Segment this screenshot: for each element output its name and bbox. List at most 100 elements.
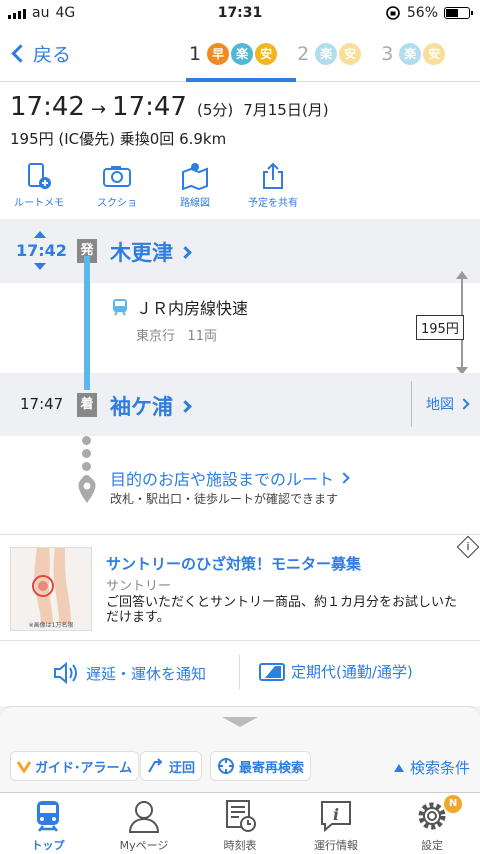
share-plan-button[interactable]: 予定を共有 xyxy=(234,162,312,209)
route-tabs: 1 早 楽 安 2 楽 安 3 楽 安 xyxy=(185,38,449,70)
chevron-left-icon xyxy=(11,44,30,63)
arrival-row: 17:47 着 袖ケ浦 地図 xyxy=(0,373,480,436)
tab-mypage-label: Myページ xyxy=(119,839,169,852)
summary-actions: ルートメモ スクショ 路線図 予定を共有 xyxy=(0,162,312,209)
battery-icon xyxy=(444,7,473,19)
new-badge: N xyxy=(444,795,462,813)
guide-alarm-label: ガイド･アラーム xyxy=(35,760,133,776)
detour-label: 迂回 xyxy=(169,760,196,776)
train-row: ＪＲ内房線快速 東京行 11両 195円 xyxy=(0,271,480,375)
search-conditions-button[interactable]: 検索条件 xyxy=(393,757,470,778)
delay-notify-label: 遅延・運休を通知 xyxy=(86,664,207,683)
route-map-button[interactable]: 路線図 xyxy=(156,162,234,209)
cheap-chip-icon: 安 xyxy=(423,43,446,65)
nearest-research-button[interactable]: 最寄再検索 xyxy=(210,751,312,781)
tab-service-info[interactable]: i 運行情報 xyxy=(288,793,384,854)
summary-duration: (5分) xyxy=(196,101,234,119)
tab-timetable[interactable]: 時刻表 xyxy=(192,793,288,854)
ad-banner[interactable]: ※画像は1万名限 サントリーのひざ対策！モニター募集 サントリー ご回答いただく… xyxy=(0,534,480,640)
ad-sponsor: サントリー xyxy=(106,579,172,594)
tab-top[interactable]: トップ xyxy=(0,793,96,854)
guide-alarm-button[interactable]: ガイド･アラーム xyxy=(10,751,140,781)
train-name: ＪＲ内房線快速 xyxy=(136,299,249,318)
destination-route-link[interactable]: 目的のお店や施設までのルート xyxy=(110,466,350,490)
segment-fare: 195円 xyxy=(416,315,464,340)
later-train-icon[interactable] xyxy=(34,263,46,270)
status-right: 56% xyxy=(385,5,473,21)
earlier-train-icon[interactable] xyxy=(34,231,46,238)
departure-row: 17:42 発 木更津 xyxy=(0,219,480,283)
route-summary: 17:42 → 17:47 (5分) 7月15日(月) 195円 (IC優先) … xyxy=(0,82,480,219)
departure-station-link[interactable]: 木更津 xyxy=(110,237,192,267)
tab-timetable-label: 時刻表 xyxy=(223,839,257,852)
route-map-label: 路線図 xyxy=(180,198,210,209)
ad-image: ※画像は1万名限 xyxy=(10,547,92,631)
train-line-bar xyxy=(84,256,90,390)
train-direction: 東京行 xyxy=(136,329,176,344)
speaker-icon xyxy=(54,661,77,685)
arrow-right-icon: → xyxy=(90,99,107,120)
nearest-research-label: 最寄再検索 xyxy=(239,760,305,776)
destination-subtext: 改札・駅出口・徒歩ルートが確認できます xyxy=(110,492,339,506)
divider xyxy=(239,655,240,689)
map-link[interactable]: 地図 xyxy=(411,381,470,427)
arrival-station-link[interactable]: 袖ケ浦 xyxy=(110,391,192,421)
timetable-icon xyxy=(220,797,260,835)
route-tab-2[interactable]: 2 楽 安 xyxy=(293,38,365,70)
nav-bar: 戻る 1 早 楽 安 2 楽 安 3 楽 安 xyxy=(0,28,480,82)
status-bar: au 4G 17:31 56% xyxy=(0,0,480,28)
info-icon: i xyxy=(316,797,356,835)
rotation-lock-icon xyxy=(386,6,400,20)
tab-mypage[interactable]: Myページ xyxy=(96,793,192,854)
tab-bar: トップ Myページ 時刻表 i 運行情報 設定 N xyxy=(0,792,480,854)
knee-illustration-icon xyxy=(32,548,71,624)
summary-departure-time: 17:42 xyxy=(10,92,85,122)
back-button[interactable]: 戻る xyxy=(10,40,71,67)
tab-settings[interactable]: 設定 N xyxy=(384,793,480,854)
destination-row: 目的のお店や施設までのルート 改札・駅出口・徒歩ルートが確認できます xyxy=(0,436,480,534)
summary-date: 7月15日(月) xyxy=(243,101,329,119)
commuter-pass-button[interactable]: 定期代(通勤/通学) xyxy=(259,661,413,682)
route-tab-1[interactable]: 1 早 楽 安 xyxy=(185,38,281,70)
share-icon xyxy=(258,162,288,190)
train-info[interactable]: ＪＲ内房線快速 東京行 11両 xyxy=(112,295,248,344)
drawer-handle-icon[interactable] xyxy=(222,717,258,727)
notify-row: 遅延・運休を通知 定期代(通勤/通学) xyxy=(0,640,480,706)
screenshot-label: スクショ xyxy=(97,198,137,209)
route-number: 1 xyxy=(189,43,202,65)
detour-arrow-icon xyxy=(148,758,163,773)
departure-time[interactable]: 17:42 xyxy=(16,241,67,260)
screenshot-button[interactable]: スクショ xyxy=(78,162,156,209)
departure-station-name: 木更津 xyxy=(110,241,173,265)
route-map-icon xyxy=(180,162,210,190)
tab-service-info-label: 運行情報 xyxy=(314,839,358,852)
delay-notify-button[interactable]: 遅延・運休を通知 xyxy=(52,661,206,685)
train-cars: 11両 xyxy=(187,329,217,344)
arrival-badge: 着 xyxy=(77,393,97,417)
fast-chip-icon: 早 xyxy=(207,43,230,65)
chevron-right-icon xyxy=(458,398,470,410)
pass-card-icon xyxy=(259,662,285,681)
destination-link-label: 目的のお店や施設までのルート xyxy=(110,470,335,489)
guide-check-icon xyxy=(17,761,31,773)
ad-info-icon[interactable]: i xyxy=(456,535,480,559)
detour-button[interactable]: 迂回 xyxy=(140,751,203,781)
summary-fare-line: 195円 (IC優先) 乗換0回 6.9km xyxy=(10,130,227,148)
crosshair-icon xyxy=(218,758,234,774)
tab-top-label: トップ xyxy=(31,839,65,852)
route-number: 3 xyxy=(381,43,394,65)
cheap-chip-icon: 安 xyxy=(255,43,278,65)
battery-percent: 56% xyxy=(406,5,438,21)
route-memo-label: ルートメモ xyxy=(14,198,64,209)
memo-phone-icon xyxy=(24,162,54,190)
route-tab-3[interactable]: 3 楽 安 xyxy=(377,38,449,70)
triangle-up-icon xyxy=(393,763,404,772)
train-line-icon xyxy=(113,299,127,316)
bottom-drawer: ガイド･アラーム 迂回 最寄再検索 検索条件 xyxy=(0,706,480,792)
route-number: 2 xyxy=(297,43,310,65)
chevron-right-icon xyxy=(338,472,350,484)
share-plan-label: 予定を共有 xyxy=(248,198,298,209)
route-memo-button[interactable]: ルートメモ xyxy=(0,162,78,209)
ad-title: サントリーのひざ対策！モニター募集 xyxy=(106,555,362,573)
easy-chip-icon: 楽 xyxy=(399,43,422,65)
